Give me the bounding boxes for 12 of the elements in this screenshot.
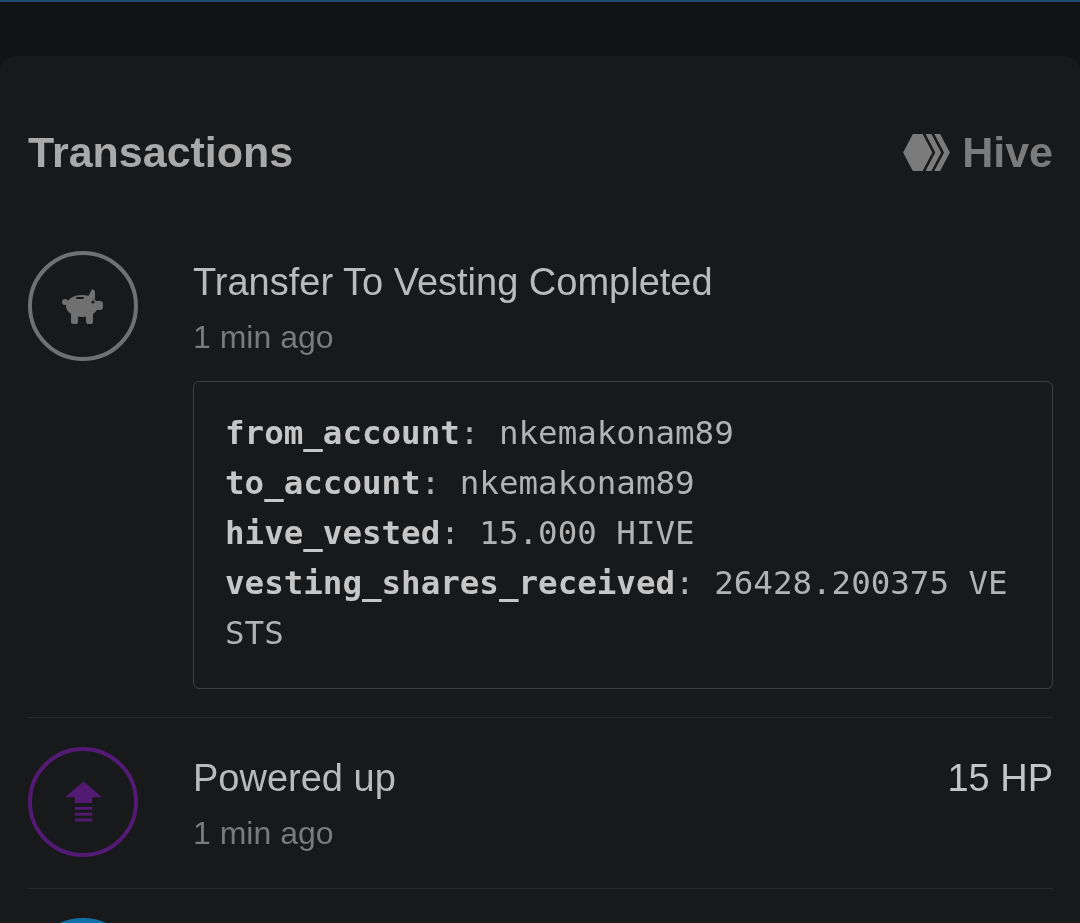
network-label: Hive	[962, 127, 1053, 178]
transaction-title: Powered up	[193, 756, 396, 800]
detail-line: hive_vested: 15.000 HIVE	[225, 513, 696, 554]
transaction-time: 1 min ago	[193, 318, 334, 356]
section-title: Transactions	[28, 127, 294, 178]
logo-icon	[903, 134, 951, 171]
transaction-time: 1 min ago	[193, 814, 334, 852]
detail-line: to_account: nkemakonam89	[225, 463, 696, 504]
transaction-title: Transfer To Vesting Completed	[193, 260, 713, 304]
detail-line: from_account: nkemakonam89	[225, 413, 735, 454]
detail-line: vesting_shares_received: 26428.200375 VESTS	[225, 563, 1009, 654]
transaction-amount: 15 HP	[947, 756, 1053, 800]
